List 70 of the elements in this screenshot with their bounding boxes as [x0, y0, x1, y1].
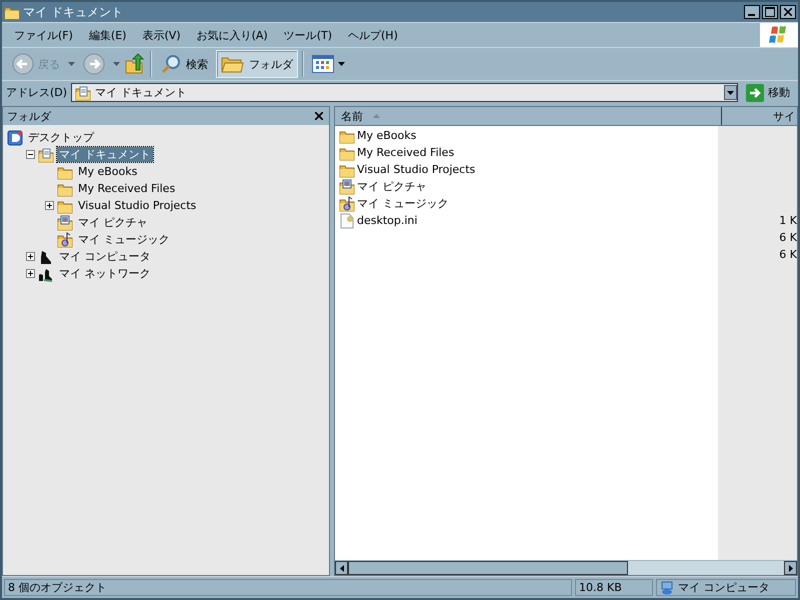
pane-title: フォルダ — [7, 108, 51, 124]
column-header[interactable]: 名前 — [335, 107, 722, 125]
menu-item[interactable]: ツール(T) — [276, 26, 340, 44]
tree-item[interactable]: デスクトップ — [26, 130, 96, 145]
folders-button[interactable]: フォルダ — [216, 50, 298, 78]
expand-button[interactable] — [26, 252, 35, 261]
tree-item[interactable]: マイ コンピュータ — [57, 249, 152, 264]
file-name[interactable]: マイ ミュージック — [357, 196, 448, 211]
address-label: アドレス(D) — [6, 85, 68, 100]
maximize-button[interactable] — [762, 5, 778, 19]
file-size: 1 K — [779, 214, 797, 227]
file-size: 6 K — [779, 248, 797, 261]
plus-icon — [28, 271, 33, 276]
tree-item[interactable]: My Received Files — [76, 182, 178, 195]
maximize-icon — [765, 7, 775, 17]
file-name[interactable]: desktop.ini — [357, 214, 418, 227]
desktop-icon — [7, 130, 23, 146]
minus-icon — [28, 154, 33, 155]
picture-folder-icon — [57, 214, 73, 230]
plus-icon — [28, 254, 33, 259]
settings-file-icon — [339, 212, 355, 228]
menu-item[interactable]: ヘルプ(H) — [340, 26, 406, 44]
close-button[interactable] — [780, 5, 796, 19]
object-count: 8 個のオブジェクト — [4, 579, 572, 596]
file-name[interactable]: マイ ピクチャ — [357, 179, 426, 194]
go-button[interactable]: 移動 — [742, 84, 794, 102]
caret-icon[interactable] — [68, 62, 75, 66]
collapse-button[interactable] — [26, 150, 35, 159]
sort-arrow-icon — [373, 114, 380, 118]
menu-item[interactable]: ファイル(F) — [6, 26, 81, 44]
menu-item[interactable]: 表示(V) — [134, 26, 189, 44]
folder-up-icon[interactable] — [124, 53, 146, 75]
caret-icon — [338, 62, 345, 66]
horizontal-scrollbar[interactable] — [335, 560, 797, 575]
tree-item[interactable]: マイ ネットワーク — [57, 266, 152, 281]
column-header[interactable]: サイ — [722, 107, 797, 125]
music-folder-icon — [339, 196, 355, 212]
tree-item[interactable]: Visual Studio Projects — [76, 199, 198, 212]
music-folder-icon — [57, 232, 73, 248]
file-name[interactable]: My Received Files — [357, 146, 454, 159]
grid-icon — [312, 55, 334, 73]
document-folder-icon — [75, 84, 92, 100]
search-button[interactable]: 検索 — [156, 50, 212, 78]
plus-icon — [47, 203, 52, 208]
file-size: 6 K — [779, 231, 797, 244]
tree-item[interactable]: マイ ミュージック — [76, 232, 172, 247]
file-name[interactable]: My eBooks — [357, 129, 416, 142]
left-arrow-icon[interactable] — [340, 564, 344, 572]
address-field[interactable]: マイ ドキュメント — [71, 83, 738, 102]
caret-icon — [727, 90, 734, 94]
dropdown-button[interactable] — [724, 85, 737, 100]
tree-item[interactable]: マイ ドキュメント — [57, 147, 152, 162]
file-name[interactable]: Visual Studio Projects — [357, 163, 476, 176]
close-icon — [784, 8, 792, 16]
caret-icon[interactable] — [113, 62, 120, 66]
tree-item[interactable]: マイ ピクチャ — [76, 215, 150, 230]
menu-item[interactable]: 編集(E) — [80, 26, 134, 44]
document-folder-icon — [38, 146, 54, 162]
expand-button[interactable] — [45, 201, 54, 210]
tree-item[interactable]: My eBooks — [76, 165, 140, 178]
total-size: 10.8 KB — [575, 579, 653, 596]
zone-label: マイ コンピュータ — [656, 579, 796, 596]
menu-item[interactable]: お気に入り(A) — [188, 26, 276, 44]
right-arrow-icon[interactable] — [788, 564, 792, 572]
picture-folder-icon — [339, 178, 355, 194]
search-icon — [160, 53, 182, 75]
close-icon[interactable] — [315, 112, 323, 120]
window-title: マイ ドキュメント — [23, 4, 124, 20]
minimize-button[interactable] — [744, 5, 760, 19]
expand-button[interactable] — [26, 269, 35, 278]
